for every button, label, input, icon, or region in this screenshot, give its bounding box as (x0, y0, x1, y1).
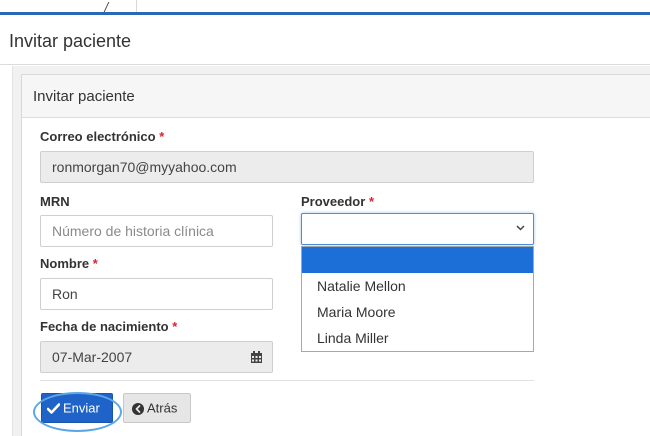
required-marker: * (172, 319, 178, 334)
chevron-down-icon (516, 225, 525, 231)
annotation-highlight-circle (33, 392, 122, 432)
required-marker: * (159, 129, 165, 144)
header-accent-line (0, 12, 650, 15)
first-name-label-text: Nombre (40, 256, 90, 271)
email-label-text: Correo electrónico (40, 129, 156, 144)
provider-label: Proveedor * (301, 194, 374, 209)
provider-label-text: Proveedor (301, 194, 366, 209)
provider-select[interactable] (301, 213, 534, 245)
provider-dropdown-list: Natalie Mellon Maria Moore Linda Miller (301, 246, 534, 352)
top-nav-strip (0, 0, 650, 15)
provider-option[interactable]: Natalie Mellon (302, 273, 533, 299)
first-name-label: Nombre * (40, 256, 98, 271)
panel-heading: Invitar paciente (22, 75, 650, 118)
date-picker-button[interactable] (241, 341, 273, 373)
calendar-icon (251, 351, 262, 363)
back-button-label: Atrás (147, 400, 178, 416)
form-divider (40, 380, 534, 381)
required-marker: * (92, 256, 98, 271)
nav-divider (136, 0, 137, 12)
birth-date-label-text: Fecha de nacimiento (40, 319, 169, 334)
birth-date-label: Fecha de nacimiento * (40, 319, 177, 334)
email-label: Correo electrónico * (40, 129, 164, 144)
mrn-input[interactable] (40, 215, 273, 247)
back-button[interactable]: Atrás (123, 393, 191, 423)
mrn-label: MRN (40, 194, 70, 209)
nav-fragment (97, 2, 110, 12)
birth-date-input[interactable] (40, 341, 242, 373)
provider-option-empty[interactable] (302, 247, 533, 273)
page-title-divider (0, 64, 650, 65)
page-title: Invitar paciente (9, 31, 132, 51)
provider-option[interactable]: Linda Miller (302, 325, 533, 351)
required-marker: * (368, 194, 374, 209)
panel-title: Invitar paciente (33, 88, 135, 105)
circle-arrow-left-icon (132, 402, 144, 415)
first-name-input[interactable] (40, 278, 273, 310)
provider-option[interactable]: Maria Moore (302, 299, 533, 325)
email-field[interactable] (40, 151, 534, 183)
